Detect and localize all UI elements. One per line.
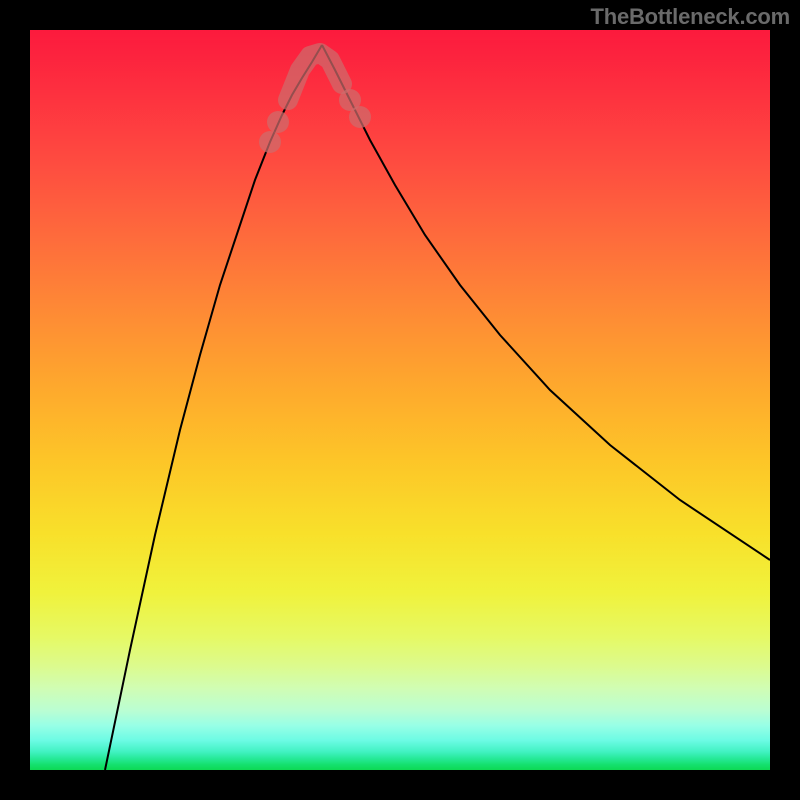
left-curve xyxy=(105,45,322,770)
right-curve xyxy=(322,45,770,560)
chart-frame: TheBottleneck.com xyxy=(0,0,800,800)
watermark-text: TheBottleneck.com xyxy=(590,4,790,30)
data-marker xyxy=(349,106,371,128)
data-marker xyxy=(259,131,281,153)
curve-layer xyxy=(30,30,770,770)
data-marker xyxy=(267,111,289,133)
marker-path-bottom xyxy=(288,53,342,100)
plot-area xyxy=(30,30,770,770)
data-markers xyxy=(259,89,371,153)
